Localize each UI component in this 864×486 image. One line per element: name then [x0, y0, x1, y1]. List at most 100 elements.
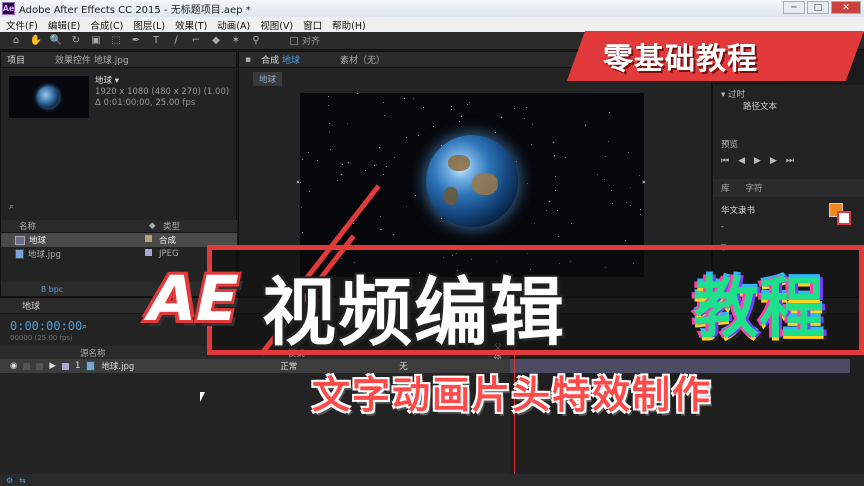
lock-toggle[interactable]	[36, 362, 44, 370]
tab-project[interactable]: 项目	[7, 53, 25, 66]
column-type[interactable]: 类型	[163, 220, 233, 232]
project-item-name: 地球	[29, 236, 47, 246]
menu-edit[interactable]: 编辑(E)	[48, 18, 80, 32]
stroke-color-swatch[interactable]	[837, 211, 851, 225]
comp-tab-name: 地球	[282, 56, 301, 66]
layer-name[interactable]: 地球.jpg	[101, 360, 134, 372]
menu-composition[interactable]: 合成(C)	[90, 18, 123, 32]
star-dot	[611, 190, 612, 191]
star-dot	[459, 121, 460, 122]
minimize-button[interactable]: ─	[783, 1, 805, 14]
menu-view[interactable]: 视图(V)	[260, 18, 293, 32]
current-timecode[interactable]: 0:00:00:00	[10, 319, 82, 333]
column-name[interactable]: 名称	[19, 220, 149, 232]
star-dot	[555, 190, 556, 191]
next-frame-icon[interactable]: ▶	[770, 156, 777, 166]
menu-help[interactable]: 帮助(H)	[332, 18, 366, 32]
project-search[interactable]: ⌕	[9, 202, 14, 212]
maximize-button[interactable]: □	[807, 1, 829, 14]
home-tool-icon[interactable]: ⌂	[10, 35, 22, 47]
star-dot	[406, 137, 407, 138]
brush-tool-icon[interactable]: ∕	[170, 35, 182, 47]
tab-library[interactable]: 库	[721, 182, 730, 194]
star-dot	[630, 205, 631, 206]
pen-tool-icon[interactable]: ✒	[130, 35, 142, 47]
menu-window[interactable]: 窗口	[303, 18, 322, 32]
last-frame-icon[interactable]: ⏭	[786, 156, 794, 166]
star-dot	[604, 179, 605, 180]
composition-icon	[15, 235, 25, 245]
tab-footage[interactable]: 素材（无）	[340, 53, 385, 66]
timeline-tab[interactable]: 地球	[22, 299, 40, 312]
roto-tool-icon[interactable]: ✶	[230, 35, 242, 47]
label-color-swatch[interactable]	[145, 235, 152, 242]
solo-toggle[interactable]	[23, 362, 31, 370]
comp-tab-menu-icon[interactable]: ▪	[245, 55, 251, 65]
transform-handle[interactable]	[642, 180, 646, 184]
project-table: 名称 ◆ 类型 地球 合成 地球.jpg JPEG	[1, 220, 237, 261]
star-dot	[608, 141, 609, 142]
camera-tool-icon[interactable]: ▣	[90, 35, 102, 47]
eraser-tool-icon[interactable]: ◆	[210, 35, 222, 47]
star-dot	[337, 180, 338, 181]
star-dot	[380, 216, 381, 217]
pan-behind-tool-icon[interactable]: ⬚	[110, 35, 122, 47]
star-dot	[585, 125, 586, 126]
toggle-switches-icon[interactable]: ⚙	[6, 476, 13, 485]
clone-tool-icon[interactable]: ⌐	[190, 35, 202, 47]
snap-toggle[interactable]: 对齐	[290, 34, 320, 47]
label-color-swatch[interactable]	[145, 249, 152, 256]
star-dot	[630, 187, 631, 188]
layer-mode[interactable]: 正常	[280, 360, 297, 372]
preset-path-text[interactable]: 路径文本	[721, 100, 856, 112]
toggle-modes-icon[interactable]: ⇆	[19, 476, 26, 485]
prev-frame-icon[interactable]: ◀	[738, 156, 745, 166]
type-tool-icon[interactable]: T	[150, 35, 162, 47]
star-dot	[348, 162, 349, 163]
star-dot	[597, 174, 598, 175]
project-item-comp[interactable]: 地球 合成	[1, 233, 237, 247]
selected-item-name[interactable]: 地球 ▾	[95, 76, 229, 87]
play-icon[interactable]: ▶	[754, 156, 761, 166]
menu-effect[interactable]: 效果(T)	[175, 18, 207, 32]
tab-character[interactable]: 字符	[746, 182, 763, 194]
menu-file[interactable]: 文件(F)	[6, 18, 38, 32]
puppet-tool-icon[interactable]: ⚲	[250, 35, 262, 47]
menu-animation[interactable]: 动画(A)	[217, 18, 250, 32]
close-button[interactable]: ✕	[831, 1, 861, 14]
bpc-button[interactable]: 8 bpc	[41, 285, 63, 294]
star-dot	[585, 124, 586, 125]
hand-tool-icon[interactable]: ✋	[30, 35, 42, 47]
expand-arrow-icon[interactable]: ▶	[49, 361, 56, 371]
star-dot	[451, 106, 452, 107]
tab-composition[interactable]: 合成 地球	[261, 53, 300, 66]
tab-effect-controls[interactable]: 效果控件 地球.jpg	[55, 53, 129, 66]
earth-image	[426, 135, 518, 227]
snap-checkbox[interactable]	[290, 36, 298, 45]
rotate-tool-icon[interactable]: ↻	[70, 35, 82, 47]
menu-layer[interactable]: 图层(L)	[133, 18, 165, 32]
star-dot	[467, 104, 468, 105]
star-dot	[394, 157, 395, 158]
star-dot	[546, 210, 547, 211]
star-dot	[406, 206, 407, 207]
search-icon[interactable]: ⌕	[82, 322, 87, 332]
comp-viewer-label[interactable]: 地球	[253, 72, 283, 86]
mouse-cursor-icon	[200, 392, 205, 402]
visibility-eye-icon[interactable]: ◉	[10, 361, 17, 371]
star-dot	[329, 131, 330, 132]
column-source-name[interactable]: 源名称	[80, 347, 148, 359]
layer-label-swatch[interactable]	[61, 362, 69, 370]
first-frame-icon[interactable]: ⏮	[721, 156, 729, 166]
column-label-icon[interactable]: ◆	[149, 221, 163, 231]
project-info: 地球 ▾ 1920 x 1080 (480 x 270) (1.00) Δ 0:…	[95, 76, 229, 109]
earth-landmass	[444, 187, 458, 205]
project-item-footage[interactable]: 地球.jpg JPEG	[1, 247, 237, 261]
star-dot	[640, 214, 641, 215]
star-dot	[374, 165, 375, 166]
window-titlebar[interactable]: Ae Adobe After Effects CC 2015 - 无标题项目.a…	[0, 0, 864, 17]
star-dot	[626, 202, 627, 203]
transform-handle[interactable]	[296, 180, 300, 184]
presets-folder[interactable]: ▾ 过时	[721, 88, 856, 100]
zoom-tool-icon[interactable]: 🔍	[50, 35, 62, 47]
